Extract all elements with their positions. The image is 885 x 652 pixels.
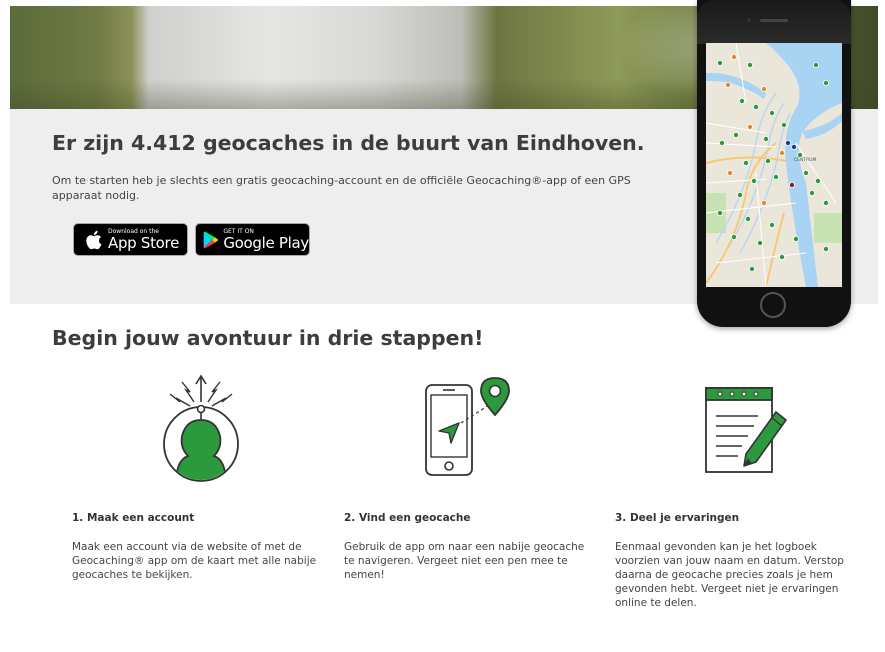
map-label-centrum: CENTRUM	[794, 157, 817, 163]
user-signal-icon	[163, 374, 239, 482]
step-3-title: 3. Deel je ervaringen	[615, 512, 740, 524]
phone-map-screen: CENTRUM	[706, 43, 842, 287]
apple-logo-icon	[86, 230, 102, 249]
map-illustration: CENTRUM	[706, 43, 842, 287]
google-play-logo-icon	[203, 231, 218, 248]
google-play-label: Google Play	[223, 234, 309, 252]
step-3-text: Eenmaal gevonden kan je het logboek voor…	[615, 541, 844, 609]
phone-mockup: CENTRUM	[697, 0, 851, 327]
step-1-text: Maak een account via de website of met d…	[72, 541, 317, 581]
phone-navigation-icon	[425, 377, 510, 476]
step-1-title: 1. Maak een account	[72, 512, 195, 524]
hero-description: Om te starten heb je slechts een gratis …	[52, 174, 631, 202]
step-2-text: Gebruik de app om naar een nabije geocac…	[344, 541, 585, 581]
hero-title: Er zijn 4.412 geocaches in de buurt van …	[52, 131, 645, 155]
phone-speaker	[760, 19, 788, 22]
google-play-badge[interactable]: GET IT ON Google Play	[195, 223, 310, 256]
app-store-label: App Store	[108, 234, 180, 252]
phone-home-button	[760, 292, 786, 318]
step-2-title: 2. Vind een geocache	[344, 512, 471, 524]
logbook-pen-icon	[705, 387, 787, 473]
steps-section-title: Begin jouw avontuur in drie stappen!	[52, 326, 484, 350]
app-store-badge[interactable]: Download on the App Store	[73, 223, 188, 256]
